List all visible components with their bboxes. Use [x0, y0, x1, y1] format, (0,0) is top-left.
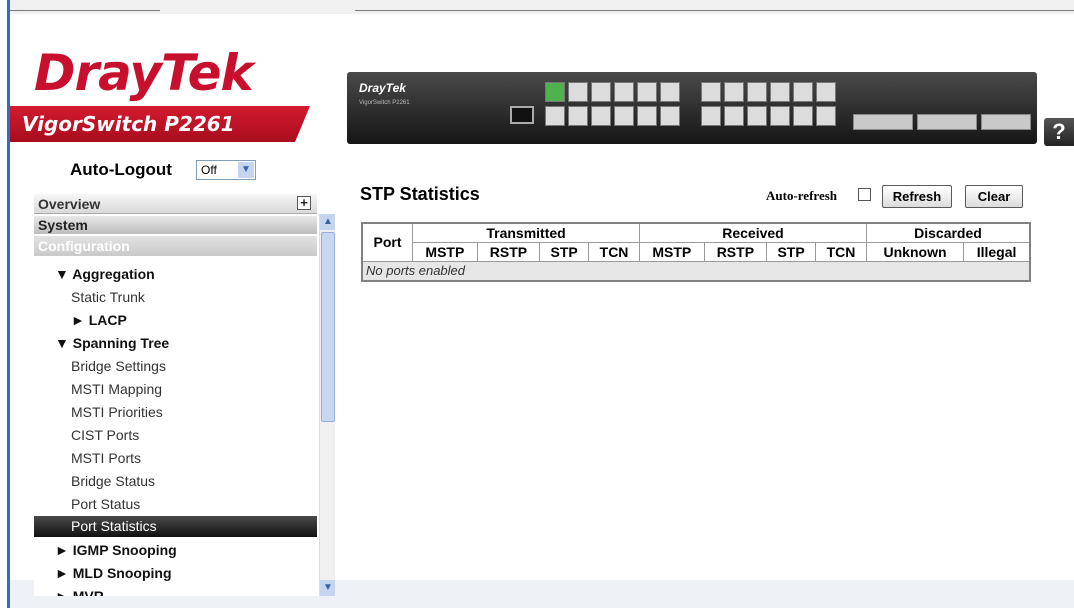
column-rx-mstp: MSTP — [639, 241, 705, 262]
auto-refresh-label: Auto-refresh — [766, 188, 838, 203]
device-brand: DrayTek — [359, 81, 406, 95]
empty-message: No ports enabled — [361, 260, 1031, 282]
column-rx-rstp: RSTP — [703, 241, 768, 262]
sidebar-item-bridge-status[interactable]: Bridge Status — [34, 470, 317, 493]
sidebar-item-msti-priorities[interactable]: MSTI Priorities — [34, 401, 317, 424]
sidebar-item-spanning-tree[interactable]: ▼ Spanning Tree — [34, 332, 317, 355]
sidebar-item-mvr[interactable]: ► MVR — [34, 585, 317, 596]
refresh-button[interactable]: Refresh — [882, 185, 952, 208]
browser-top-edge — [0, 0, 1074, 14]
column-discard-unknown: Unknown — [865, 241, 965, 262]
auto-logout-value: Off — [201, 163, 217, 177]
sfp-port-icon — [917, 114, 977, 130]
sidebar-item-mld-snooping[interactable]: ► MLD Snooping — [34, 562, 317, 585]
column-tx-tcn: TCN — [588, 241, 641, 262]
sidebar-item-cist-ports[interactable]: CIST Ports — [34, 424, 317, 447]
page-header: DrayTek VigorSwitch P2261 DrayTek VigorS… — [10, 38, 1074, 160]
sidebar-nav: Overview + System Configuration ▼ Aggreg… — [34, 184, 335, 596]
window-left-edge — [0, 0, 10, 608]
sidebar-item-aggregation[interactable]: ▼ Aggregation — [34, 263, 317, 286]
auto-logout-label: Auto-Logout — [70, 160, 172, 179]
stp-statistics-table: Port Transmitted Received Discarded MSTP… — [361, 222, 1031, 282]
column-tx-rstp: RSTP — [476, 241, 541, 262]
sidebar-system[interactable]: System — [34, 216, 317, 234]
column-rx-tcn: TCN — [815, 241, 867, 262]
switch-front-panel-image: DrayTek VigorSwitch P2261 — [347, 72, 1037, 144]
table-header-row: Port Transmitted Received Discarded — [361, 222, 1031, 262]
sidebar-item-igmp-snooping[interactable]: ► IGMP Snooping — [34, 539, 317, 562]
group-transmitted: Transmitted — [412, 222, 641, 243]
group-received: Received — [639, 222, 867, 243]
sidebar-item-lacp[interactable]: ► LACP — [34, 309, 317, 332]
table-subheader-row: MSTP RSTP STP TCN MSTP RSTP STP TCN Unkn… — [362, 241, 1031, 262]
auto-logout-select[interactable]: Off ▼ — [196, 160, 256, 180]
sidebar-scrollbar[interactable]: ▲ ▼ — [319, 214, 335, 596]
browser-frame: DrayTek VigorSwitch P2261 DrayTek VigorS… — [0, 0, 1074, 608]
sfp-port-icon — [853, 114, 913, 130]
column-discard-illegal: Illegal — [963, 241, 1031, 262]
web-page: DrayTek VigorSwitch P2261 DrayTek VigorS… — [10, 14, 1074, 596]
sidebar-item-port-status[interactable]: Port Status — [34, 493, 317, 516]
draytek-logo: DrayTek — [34, 44, 254, 102]
port-block-2 — [701, 82, 836, 126]
column-rx-stp: STP — [766, 241, 816, 262]
column-tx-mstp: MSTP — [412, 241, 478, 262]
column-port: Port — [361, 222, 414, 262]
clear-button[interactable]: Clear — [965, 185, 1023, 208]
expand-plus-icon[interactable]: + — [297, 196, 311, 210]
scroll-up-icon[interactable]: ▲ — [320, 214, 335, 230]
column-tx-stp: STP — [539, 241, 590, 262]
auto-refresh-checkbox[interactable] — [858, 188, 871, 201]
model-name: VigorSwitch P2261 — [22, 112, 235, 136]
device-subtitle: VigorSwitch P2261 — [359, 100, 410, 106]
sidebar-item-static-trunk[interactable]: Static Trunk — [34, 286, 317, 309]
scroll-down-icon[interactable]: ▼ — [320, 580, 335, 596]
sidebar-item-msti-mapping[interactable]: MSTI Mapping — [34, 378, 317, 401]
page-title: STP Statistics — [360, 184, 480, 204]
table-row: No ports enabled — [361, 260, 1031, 282]
sidebar-overview-label: Overview — [38, 196, 101, 212]
sidebar-item-msti-ports[interactable]: MSTI Ports — [34, 447, 317, 470]
chevron-down-icon[interactable]: ▼ — [238, 162, 254, 178]
sfp-port-icon — [981, 114, 1031, 130]
help-button[interactable]: ? — [1044, 118, 1074, 146]
group-discarded: Discarded — [865, 222, 1031, 243]
sidebar-item-port-statistics[interactable]: Port Statistics — [34, 516, 317, 537]
sidebar-configuration[interactable]: Configuration — [34, 236, 317, 256]
sidebar-overview[interactable]: Overview + — [34, 194, 317, 214]
port-block-1 — [545, 82, 680, 126]
console-port-icon — [510, 106, 534, 124]
sidebar-item-bridge-settings[interactable]: Bridge Settings — [34, 355, 317, 378]
scrollbar-thumb[interactable] — [321, 232, 335, 422]
